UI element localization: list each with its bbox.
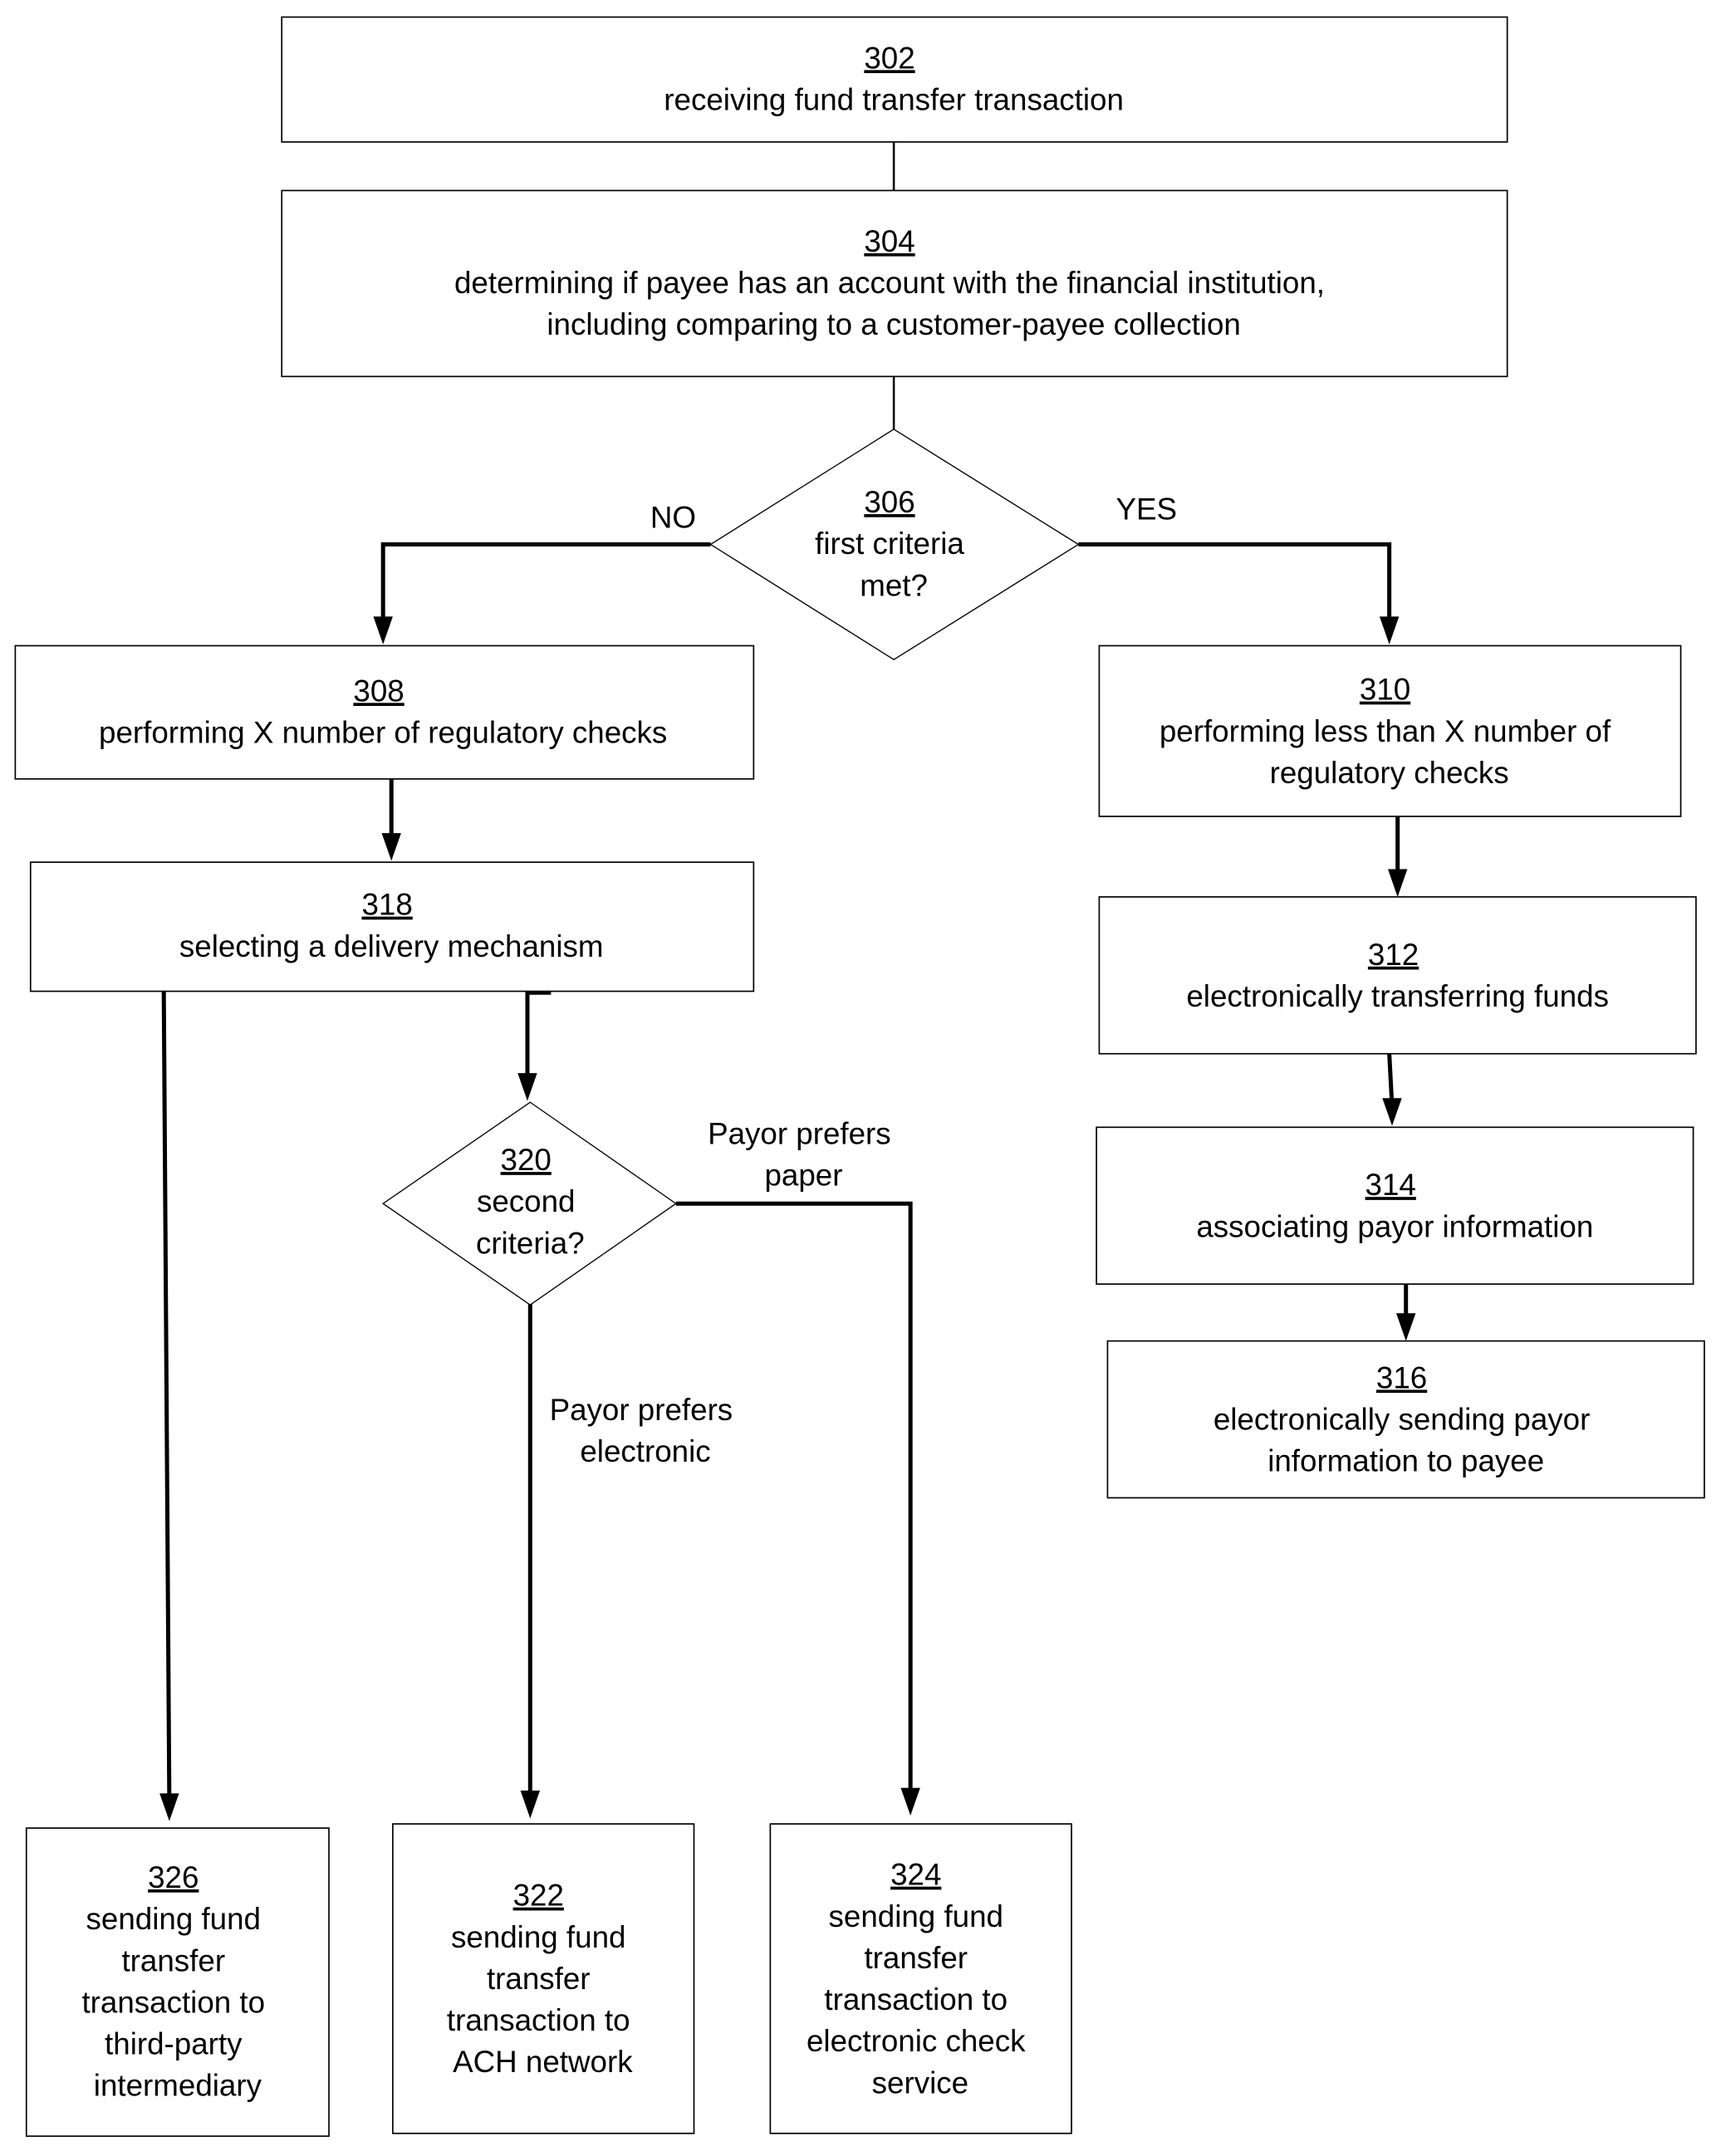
node-310-text: regulatory checks [1270, 756, 1509, 790]
arrowhead-310 [1379, 616, 1400, 644]
node-304-text: including comparing to a customer-payee … [547, 307, 1241, 341]
node-302-text: receiving fund transfer transaction [664, 83, 1124, 117]
decision-320: 320 second criteria? [382, 1101, 677, 1306]
node-318: 318 selecting a delivery mechanism [29, 861, 755, 992]
arrowhead-308 [373, 616, 393, 644]
decision-306-number: 306 [864, 485, 914, 519]
decision-320-text: second [477, 1184, 576, 1218]
flowchart: NO YES Payor prefers paper Payor prefers… [14, 16, 1705, 2137]
node-322-text: transfer [487, 1962, 591, 1996]
edge-320-324-paper [675, 1201, 913, 1796]
node-322-text: ACH network [453, 2045, 633, 2079]
node-324-text: service [872, 2065, 968, 2100]
arrowhead-318 [381, 833, 401, 861]
node-326: 326 sending fund transfer transaction to… [25, 1827, 330, 2137]
node-304-text: determining if payee has an account with… [454, 266, 1325, 300]
decision-320-number: 320 [501, 1143, 552, 1177]
node-302-number: 302 [864, 41, 914, 75]
node-316-text: electronically sending payor [1214, 1403, 1591, 1437]
node-326-text: sending fund [86, 1902, 261, 1936]
arrowhead-326 [159, 1793, 179, 1821]
decision-306: 306 first criteria met? [709, 429, 1080, 660]
node-326-text: transfer [121, 1943, 225, 1977]
node-312-number: 312 [1368, 938, 1419, 972]
edge-318-320 [525, 990, 552, 1080]
node-308-text: performing X number of regulatory checks [99, 715, 667, 749]
arrowhead-322 [520, 1791, 541, 1819]
edge-label-yes: YES [1115, 492, 1177, 526]
edge-label-electronic-line: electronic [580, 1434, 710, 1468]
node-312-text: electronically transferring funds [1186, 979, 1609, 1013]
node-312: 312 electronically transferring funds [1098, 896, 1697, 1055]
decision-306-text: first criteria [815, 527, 964, 561]
node-324-text: electronic check [807, 2024, 1026, 2058]
node-324: 324 sending fund transfer transaction to… [769, 1823, 1072, 2134]
node-302: 302 receiving fund transfer transaction [281, 16, 1508, 143]
node-324-text: transaction to [824, 1982, 1008, 2016]
node-304: 304 determining if payee has an account … [281, 189, 1508, 378]
arrowhead-320 [517, 1073, 537, 1101]
node-308: 308 performing X number of regulatory ch… [14, 644, 755, 780]
node-314: 314 associating payor information [1096, 1126, 1694, 1285]
node-304-number: 304 [864, 224, 914, 258]
edge-label-electronic: Payor prefers electronic [550, 1393, 742, 1468]
node-318-number: 318 [361, 888, 412, 922]
edge-label-paper-line: Payor prefers [708, 1116, 891, 1150]
arrowhead-316 [1395, 1313, 1416, 1341]
node-322: 322 sending fund transfer transaction to… [392, 1823, 695, 2134]
node-308-number: 308 [353, 674, 404, 708]
node-314-number: 314 [1366, 1168, 1416, 1202]
node-326-text: transaction to [81, 1985, 265, 2019]
node-324-text: transfer [864, 1941, 968, 1975]
node-322-text: sending fund [451, 1920, 625, 1954]
edge-label-electronic-line: Payor prefers [550, 1393, 733, 1427]
arrowhead-312 [1387, 869, 1408, 897]
node-310-number: 310 [1360, 673, 1410, 707]
arrowhead-324 [900, 1787, 920, 1816]
edge-306-308-no [380, 542, 711, 625]
node-326-text: third-party [105, 2027, 243, 2061]
edge-318-326 [161, 989, 172, 1802]
node-316-text: information to payee [1267, 1444, 1544, 1478]
node-310: 310 performing less than X number of reg… [1098, 644, 1682, 817]
arrowhead-314 [1382, 1098, 1402, 1126]
edge-label-no: NO [650, 500, 696, 534]
node-316-number: 316 [1376, 1360, 1427, 1394]
decision-306-text: met? [860, 568, 928, 602]
node-318-text: selecting a delivery mechanism [179, 929, 604, 963]
node-326-number: 326 [148, 1860, 199, 1894]
edge-label-paper-line: paper [764, 1159, 842, 1193]
node-322-number: 322 [513, 1879, 564, 1913]
node-326-text: intermediary [94, 2069, 262, 2103]
node-316: 316 electronically sending payor informa… [1106, 1340, 1705, 1499]
node-324-number: 324 [890, 1858, 941, 1892]
node-322-text: transaction to [447, 2003, 630, 2037]
node-310-text: performing less than X number of [1160, 714, 1611, 748]
node-314-text: associating payor information [1196, 1209, 1593, 1243]
edge-label-paper: Payor prefers paper [708, 1116, 900, 1192]
decision-320-text: criteria? [476, 1226, 585, 1260]
edge-306-310-yes [1078, 542, 1392, 625]
node-324-text: sending fund [829, 1899, 1003, 1933]
